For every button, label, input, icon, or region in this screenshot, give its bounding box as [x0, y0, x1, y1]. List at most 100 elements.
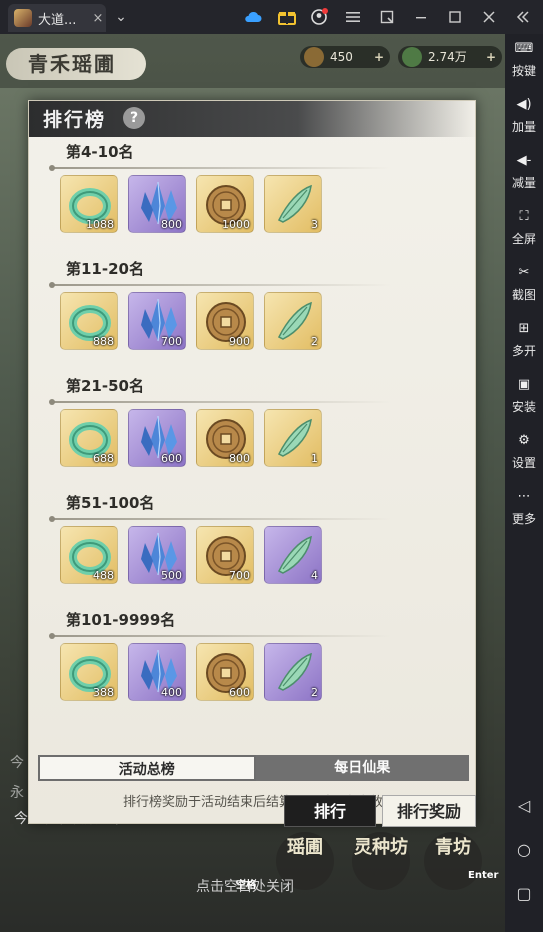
reward-item-coin[interactable]: 800: [196, 409, 254, 467]
tier-title: 第51-100名: [66, 494, 155, 512]
item-count: 900: [229, 335, 250, 348]
volume-up-icon: ◀): [516, 97, 532, 112]
add-resource-1-button[interactable]: +: [374, 46, 384, 68]
sidebar-item-volume-up[interactable]: ◀) 加量: [505, 96, 543, 135]
reward-item-cicada[interactable]: 2: [264, 292, 322, 350]
tab-close-icon[interactable]: ×: [90, 11, 106, 26]
resource-1-value: 450: [330, 50, 353, 64]
ranking-button[interactable]: 排行: [284, 795, 376, 827]
reward-item-coin[interactable]: 600: [196, 643, 254, 701]
add-resource-2-button[interactable]: +: [486, 46, 496, 68]
tier-title: 第11-20名: [66, 260, 144, 278]
panel-title: 排行榜: [43, 109, 107, 131]
item-count: 500: [161, 569, 182, 582]
reward-item-cicada[interactable]: 1: [264, 409, 322, 467]
tier-items: 388 400 600 2: [60, 643, 322, 701]
back-icon[interactable]: ◁: [505, 796, 543, 815]
sidebar-item-scissors[interactable]: ✂ 截图: [505, 264, 543, 303]
space-key-hint: 空格: [236, 880, 256, 891]
minimize-icon[interactable]: [410, 6, 432, 28]
item-count: 1000: [222, 218, 250, 231]
reward-item-crystal[interactable]: 700: [128, 292, 186, 350]
reward-item-cicada-purple[interactable]: 4: [264, 526, 322, 584]
item-count: 700: [229, 569, 250, 582]
item-count: 800: [229, 452, 250, 465]
reward-item-crystal[interactable]: 600: [128, 409, 186, 467]
sidebar-item-multi-instance[interactable]: ⊞ 多开: [505, 320, 543, 359]
cloud-icon[interactable]: [242, 6, 264, 28]
multi-instance-icon: ⊞: [518, 321, 530, 336]
seed-shop-round-button[interactable]: 灵种坊: [352, 832, 410, 890]
menu-icon[interactable]: [342, 6, 364, 28]
home-icon[interactable]: ○: [505, 840, 543, 859]
app-tab[interactable]: 大道... ×: [8, 4, 106, 32]
item-count: 488: [93, 569, 114, 582]
leaf-icon: [402, 47, 422, 67]
resource-counter-1: 450 +: [300, 46, 390, 68]
gear-icon: ⚙: [518, 433, 530, 448]
item-count: 800: [161, 218, 182, 231]
sidebar-item-label: 安装: [511, 400, 536, 414]
reward-item-crystal[interactable]: 800: [128, 175, 186, 233]
reward-item-jade[interactable]: 488: [60, 526, 118, 584]
today-label-partial: 今: [10, 755, 24, 771]
sidebar-item-gear[interactable]: ⚙ 设置: [505, 432, 543, 471]
panel-header: 排行榜 ?: [29, 101, 477, 137]
close-window-icon[interactable]: [478, 6, 500, 28]
maximize-icon[interactable]: [444, 6, 466, 28]
reward-item-coin[interactable]: 700: [196, 526, 254, 584]
item-count: 688: [93, 452, 114, 465]
help-icon[interactable]: ?: [123, 107, 145, 129]
emulator-window: 大道... × ⌄ 青禾瑶圃 450 + 2.74万 + 今 永 瑶圃 灵种坊 …: [0, 0, 543, 932]
user-icon[interactable]: [308, 6, 330, 28]
sidebar-item-fullscreen[interactable]: ⛶ 全屏: [505, 208, 543, 247]
tier-title: 第21-50名: [66, 377, 144, 395]
sidebar-item-label: 截图: [511, 288, 536, 302]
sidebar-item-label: 多开: [511, 344, 536, 358]
sidebar-item-label: 更多: [511, 512, 536, 526]
item-count: 600: [161, 452, 182, 465]
reward-item-crystal[interactable]: 500: [128, 526, 186, 584]
collapse-sidebar-icon[interactable]: [512, 6, 534, 28]
volume-down-icon: ◀-: [516, 153, 532, 168]
item-count: 600: [229, 686, 250, 699]
sidebar-item-apk[interactable]: ▣ 安装: [505, 376, 543, 415]
reward-item-crystal[interactable]: 400: [128, 643, 186, 701]
item-count: 1088: [86, 218, 114, 231]
pouch-icon: [304, 47, 324, 67]
game-viewport[interactable]: 青禾瑶圃 450 + 2.74万 + 今 永 今日浇水次数: 0/6 瑶圃 灵种…: [0, 34, 505, 932]
recents-icon[interactable]: ▢: [505, 884, 543, 903]
tier-title: 第4-10名: [66, 143, 134, 161]
reward-item-jade[interactable]: 888: [60, 292, 118, 350]
reward-item-jade[interactable]: 388: [60, 643, 118, 701]
emulator-sidebar: ⌨ 按键 ◀) 加量 ◀- 减量 ⛶ 全屏 ✂ 截图 ⊞ 多开 ▣ 安装 ⚙ 设置 ⋯ 更多 ◁ ○ ▢: [505, 34, 543, 932]
ranking-reward-button[interactable]: 排行奖励: [382, 795, 476, 827]
tier-items: 688 600 800 1: [60, 409, 322, 467]
reward-item-cicada[interactable]: 3: [264, 175, 322, 233]
green-shop-round-button[interactable]: 青坊: [424, 832, 482, 890]
tier-divider: [49, 165, 391, 171]
item-count: 4: [311, 569, 318, 582]
item-count: 1: [311, 452, 318, 465]
garden-banner: 青禾瑶圃: [6, 48, 146, 80]
tab-daily-fruit[interactable]: 每日仙果: [255, 755, 469, 781]
tier-items: 1088 800 1000 3: [60, 175, 322, 233]
gift-icon[interactable]: [276, 6, 298, 28]
sidebar-item-keyboard[interactable]: ⌨ 按键: [505, 40, 543, 79]
fullscreen-icon: ⛶: [519, 209, 529, 224]
reward-item-cicada-purple[interactable]: 2: [264, 643, 322, 701]
sidebar-item-label: 设置: [511, 456, 536, 470]
tab-dropdown-icon[interactable]: ⌄: [110, 6, 132, 28]
reward-item-coin[interactable]: 1000: [196, 175, 254, 233]
tab-total-ranking[interactable]: 活动总榜: [38, 755, 256, 781]
reward-item-coin[interactable]: 900: [196, 292, 254, 350]
sidebar-item-label: 全屏: [511, 232, 536, 246]
sidebar-item-volume-down[interactable]: ◀- 减量: [505, 152, 543, 191]
reward-item-jade[interactable]: 1088: [60, 175, 118, 233]
tier-divider: [49, 633, 391, 639]
sidebar-item-more[interactable]: ⋯ 更多: [505, 488, 543, 527]
item-count: 3: [311, 218, 318, 231]
pin-window-icon[interactable]: [376, 6, 398, 28]
sidebar-item-label: 减量: [511, 176, 536, 190]
reward-item-jade[interactable]: 688: [60, 409, 118, 467]
